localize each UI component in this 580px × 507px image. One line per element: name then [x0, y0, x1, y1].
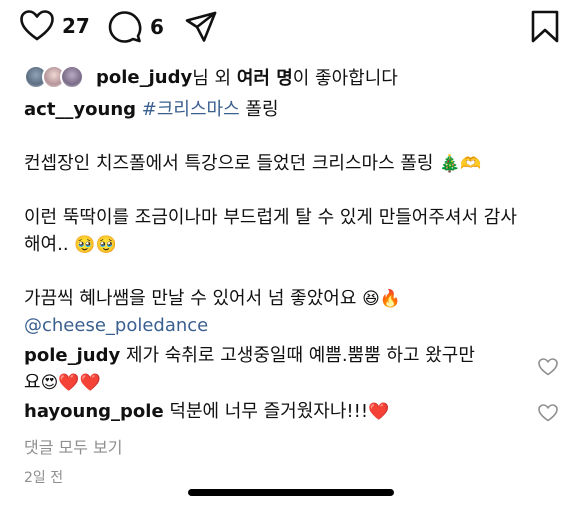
caption-author[interactable]: act__young: [24, 99, 136, 120]
hashtag-link[interactable]: #크리스마스: [142, 99, 240, 120]
view-all-comments-link[interactable]: 댓글 모두 보기: [24, 434, 123, 458]
comment-emoji: ❤️: [368, 402, 390, 422]
home-indicator[interactable]: [188, 489, 394, 496]
comment-text: 제가 숙취로 고생중일때 예쁨.뿜뿜 하고 왔구만: [120, 345, 475, 366]
comment-icon: [108, 10, 142, 44]
heart-icon: [20, 10, 54, 42]
share-button[interactable]: [184, 10, 218, 44]
comment-username[interactable]: hayoung_pole: [24, 401, 164, 422]
save-button[interactable]: [530, 10, 560, 44]
liked-by: pole_judy 님 외 여러 명이 좋아합니다: [24, 64, 564, 90]
liker-avatars[interactable]: [24, 65, 88, 89]
like-button[interactable]: 27: [20, 10, 90, 42]
action-bar: 27 6: [20, 10, 560, 50]
caption-line: 해여..: [24, 234, 69, 255]
comment-text: 덕분에 너무 즐거웠자나!!!: [163, 401, 369, 422]
comment-item: hayoung_pole 덕분에 너무 즐거웠자나!!!❤️: [24, 398, 530, 425]
caption: act__young #크리스마스 폴링 컨셉장인 치즈폴에서 특강으로 들었던…: [24, 96, 564, 339]
comment-count: 6: [150, 15, 164, 39]
caption-emoji: 🎄🫶: [439, 154, 482, 174]
post-timestamp: 2일 전: [24, 470, 64, 486]
liker-username[interactable]: pole_judy: [96, 67, 192, 88]
comment-button[interactable]: 6: [108, 10, 164, 44]
caption-line: 이런 뚝딱이를 조금이나마 부드럽게 탈 수 있게 만들어주셔서 감사: [24, 207, 517, 228]
send-icon: [184, 10, 218, 44]
comment-like-heart-icon[interactable]: [538, 358, 558, 380]
comment-text-cont: 요: [24, 372, 41, 393]
caption-title-tail: 폴링: [239, 99, 279, 120]
bookmark-icon: [530, 10, 560, 44]
liked-by-text: 님 외: [192, 68, 237, 89]
post-footer: 27 6 pole_judy 님 외 여러 명 이 좋아합니다 act__you…: [0, 0, 580, 507]
comment-item: pole_judy 제가 숙취로 고생중일때 예쁨.뿜뿜 하고 왔구만 요😍❤️…: [24, 342, 530, 396]
mention-link[interactable]: @cheese_poledance: [24, 315, 208, 336]
comment-emoji: 😍❤️❤️: [40, 373, 101, 393]
like-count: 27: [62, 14, 90, 38]
comment-username[interactable]: pole_judy: [24, 345, 120, 366]
caption-line: 가끔씩 혜나쌤을 만날 수 있어서 넘 좋았어요: [24, 288, 357, 309]
caption-emoji: 🥹🥹: [74, 235, 117, 255]
caption-line: 컨셉장인 치즈폴에서 특강으로 들었던 크리스마스 폴링: [24, 153, 434, 174]
comment-like-heart-icon[interactable]: [538, 404, 558, 426]
liked-by-text-end: 이 좋아합니다: [292, 68, 398, 89]
caption-emoji: 😆🔥: [362, 289, 402, 309]
avatar: [60, 65, 84, 89]
liked-by-others-link[interactable]: 여러 명: [237, 64, 293, 90]
